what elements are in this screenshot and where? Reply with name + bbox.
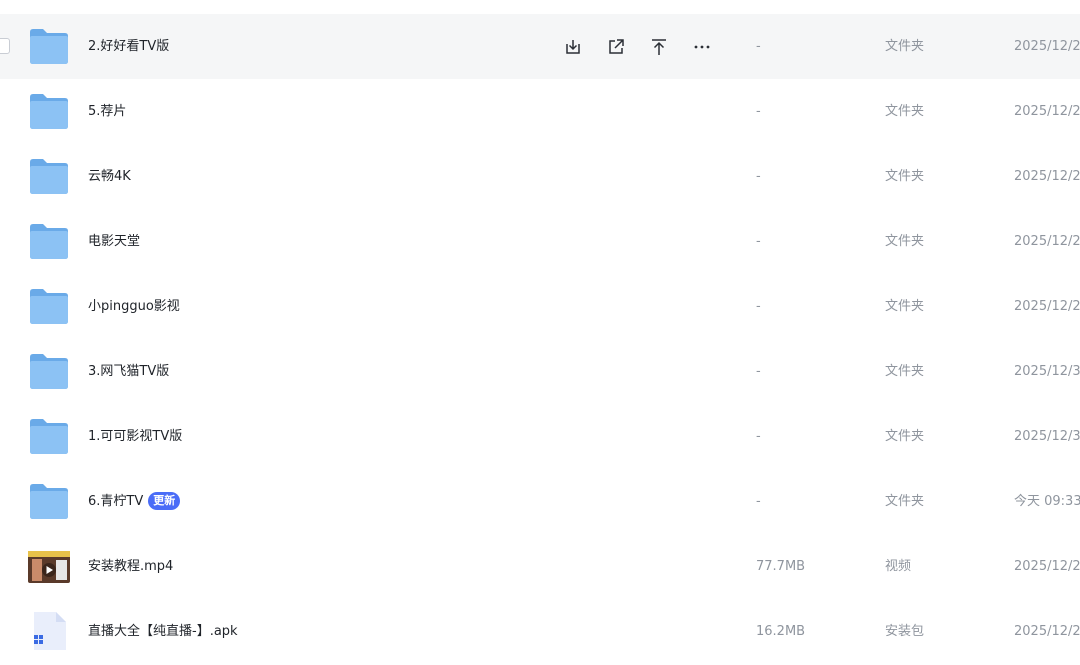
folder-icon bbox=[28, 481, 70, 521]
apk-file-icon bbox=[28, 611, 70, 651]
file-type: 文件夹 bbox=[885, 104, 925, 119]
file-size: - bbox=[756, 104, 761, 119]
file-size: - bbox=[756, 429, 761, 444]
folder-icon bbox=[28, 26, 70, 66]
file-type: 文件夹 bbox=[885, 39, 925, 54]
modified-date: 2025/12/2 bbox=[1014, 624, 1080, 639]
folder-icon bbox=[28, 351, 70, 391]
file-row[interactable]: 1.可可影视TV版 - 文件夹 2025/12/3 bbox=[0, 404, 1080, 469]
file-type: 文件夹 bbox=[885, 429, 925, 444]
file-row[interactable]: 直播大全【纯直播-】.apk 16.2MB 安装包 2025/12/2 bbox=[0, 599, 1080, 664]
modified-date: 2025/12/2 bbox=[1014, 104, 1080, 119]
modified-date: 2025/12/2 bbox=[1014, 559, 1080, 574]
file-size: - bbox=[756, 299, 761, 314]
file-name[interactable]: 6.青柠TV 更新 bbox=[88, 469, 181, 534]
file-type: 文件夹 bbox=[885, 169, 925, 184]
file-name[interactable]: 2.好好看TV版 bbox=[88, 14, 169, 79]
file-name[interactable]: 直播大全【纯直播-】.apk bbox=[88, 599, 238, 664]
file-row[interactable]: 电影天堂 - 文件夹 2025/12/2 bbox=[0, 209, 1080, 274]
more-icon[interactable] bbox=[691, 36, 713, 58]
folder-icon bbox=[28, 156, 70, 196]
file-row[interactable]: 小pingguo影视 - 文件夹 2025/12/2 bbox=[0, 274, 1080, 339]
move-to-top-icon[interactable] bbox=[648, 36, 670, 58]
file-row[interactable]: 5.荐片 - 文件夹 2025/12/2 bbox=[0, 79, 1080, 144]
modified-date: 今天 09:33 bbox=[1014, 494, 1080, 509]
video-thumbnail-icon bbox=[28, 551, 70, 591]
modified-date: 2025/12/3 bbox=[1014, 364, 1080, 379]
file-size: - bbox=[756, 169, 761, 184]
file-row[interactable]: 3.网飞猫TV版 - 文件夹 2025/12/3 bbox=[0, 339, 1080, 404]
file-size: - bbox=[756, 364, 761, 379]
folder-icon bbox=[28, 416, 70, 456]
file-type: 文件夹 bbox=[885, 494, 925, 509]
modified-date: 2025/12/2 bbox=[1014, 169, 1080, 184]
folder-icon bbox=[28, 286, 70, 326]
modified-date: 2025/12/2 bbox=[1014, 299, 1080, 314]
folder-icon bbox=[28, 91, 70, 131]
file-type: 文件夹 bbox=[885, 364, 925, 379]
file-type: 视频 bbox=[885, 559, 912, 574]
modified-date: 2025/12/2 bbox=[1014, 234, 1080, 249]
file-size: 77.7MB bbox=[756, 559, 806, 574]
file-name[interactable]: 安装教程.mp4 bbox=[88, 534, 173, 599]
file-size: - bbox=[756, 494, 761, 509]
row-checkbox[interactable] bbox=[0, 38, 10, 54]
modified-date: 2025/12/2 bbox=[1014, 39, 1080, 54]
file-name[interactable]: 电影天堂 bbox=[88, 209, 140, 274]
update-badge: 更新 bbox=[148, 491, 181, 510]
file-name[interactable]: 3.网飞猫TV版 bbox=[88, 339, 169, 404]
file-row[interactable]: 2.好好看TV版 - 文件夹 2025/12/2 bbox=[0, 14, 1080, 79]
file-type: 文件夹 bbox=[885, 299, 925, 314]
file-size: 16.2MB bbox=[756, 624, 806, 639]
download-icon[interactable] bbox=[562, 36, 584, 58]
file-type: 文件夹 bbox=[885, 234, 925, 249]
file-name[interactable]: 云畅4K bbox=[88, 144, 131, 209]
file-row[interactable]: 云畅4K - 文件夹 2025/12/2 bbox=[0, 144, 1080, 209]
file-list: 2.好好看TV版 - 文件夹 2025/12/2 5.荐片 - 文件夹 2025/12/2 云畅… bbox=[0, 0, 1080, 665]
share-icon[interactable] bbox=[605, 36, 627, 58]
row-actions bbox=[562, 14, 734, 79]
folder-icon bbox=[28, 221, 70, 261]
file-size: - bbox=[756, 234, 761, 249]
file-name[interactable]: 小pingguo影视 bbox=[88, 274, 180, 339]
file-row[interactable]: 安装教程.mp4 77.7MB 视频 2025/12/2 bbox=[0, 534, 1080, 599]
file-name[interactable]: 5.荐片 bbox=[88, 79, 126, 144]
file-size: - bbox=[756, 39, 761, 54]
file-row[interactable]: 6.青柠TV 更新 - 文件夹 今天 09:33 bbox=[0, 469, 1080, 534]
modified-date: 2025/12/3 bbox=[1014, 429, 1080, 444]
file-name[interactable]: 1.可可影视TV版 bbox=[88, 404, 182, 469]
file-type: 安装包 bbox=[885, 624, 925, 639]
